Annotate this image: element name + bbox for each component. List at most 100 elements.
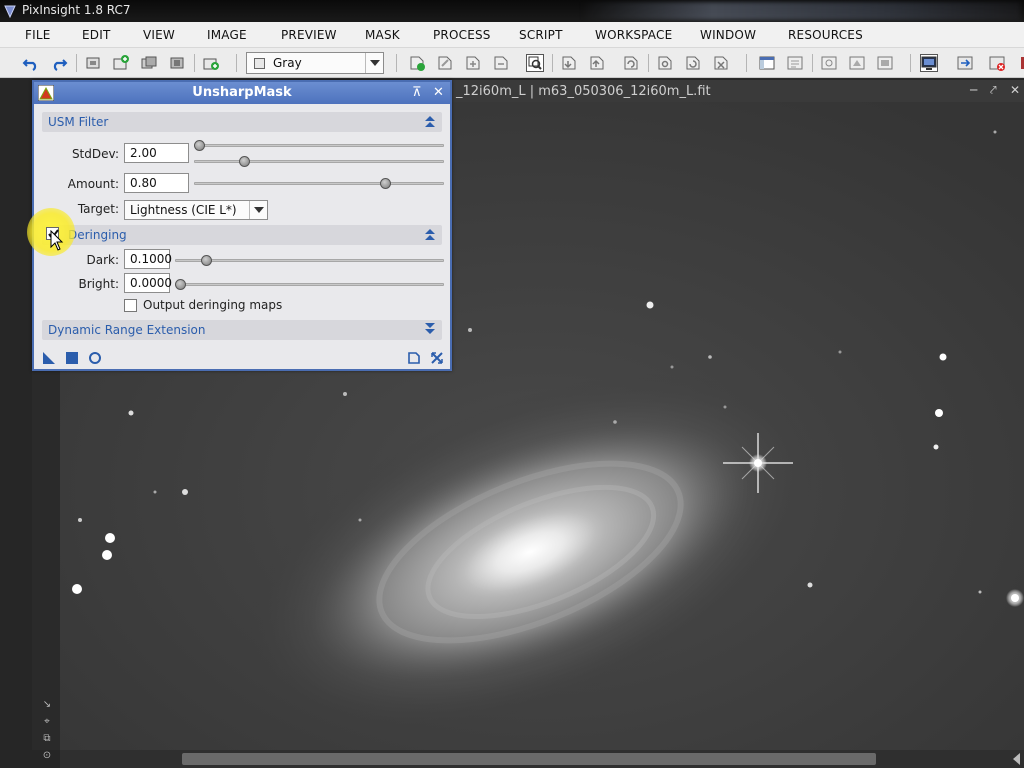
gray-swatch-icon	[254, 58, 265, 69]
stf-reset-icon[interactable]	[988, 54, 1006, 72]
color-mode-select[interactable]: Gray	[246, 52, 384, 74]
image-duplicate-icon[interactable]	[140, 54, 158, 72]
reset-icon[interactable]	[430, 351, 444, 365]
copy-view-icon[interactable]: ⧉	[40, 732, 54, 746]
clone-image-icon[interactable]	[84, 54, 102, 72]
stf-link-icon[interactable]	[956, 54, 974, 72]
process-refresh-icon[interactable]	[684, 54, 702, 72]
menu-workspace[interactable]: WORKSPACE	[595, 28, 672, 42]
menu-window[interactable]: WINDOW	[700, 28, 756, 42]
target-select[interactable]: Lightness (CIE L*)	[124, 200, 268, 220]
menu-view[interactable]: VIEW	[143, 28, 175, 42]
view-lock-icon[interactable]: ⊙	[40, 749, 54, 763]
dropdown-arrow[interactable]	[249, 201, 267, 219]
unsharpmask-dialog: UnsharpMask ⊼ ✕ USM Filter StdDev: 2.00 …	[32, 80, 452, 371]
separator	[910, 54, 911, 72]
menu-resources[interactable]: RESOURCES	[788, 28, 863, 42]
maximize-icon[interactable]: ⤤	[990, 83, 997, 98]
new-instance-icon[interactable]	[42, 351, 56, 365]
view-tool-icon[interactable]	[820, 54, 838, 72]
script-edit-icon[interactable]	[588, 54, 606, 72]
usm-filter-section-header[interactable]: USM Filter	[42, 112, 442, 132]
history-window-icon[interactable]	[786, 54, 804, 72]
bright-slider[interactable]	[175, 283, 444, 286]
mask-remove-icon[interactable]	[492, 54, 510, 72]
new-preview-icon[interactable]	[202, 54, 220, 72]
view-tool-2-icon[interactable]	[848, 54, 866, 72]
chevron-down-icon	[254, 207, 264, 213]
view-tool-3-icon[interactable]	[876, 54, 894, 72]
separator	[812, 54, 813, 72]
deringing-section-header[interactable]: Deringing	[42, 225, 442, 245]
overflow-icon[interactable]	[1016, 54, 1024, 72]
documentation-icon[interactable]	[407, 351, 421, 365]
bright-input[interactable]: 0.0000	[124, 273, 172, 293]
apply-icon[interactable]	[65, 351, 79, 365]
app-title-bar: PixInsight 1.8 RC7	[0, 0, 1024, 22]
dark-input[interactable]: 0.1000	[124, 249, 172, 269]
dark-label: Dark:	[86, 253, 119, 267]
dark-slider-handle[interactable]	[201, 255, 212, 266]
menu-bar: FILE EDIT VIEW IMAGE PREVIEW MASK PROCES…	[0, 22, 1024, 48]
stddev-coarse-slider-handle[interactable]	[194, 140, 205, 151]
fit-view-icon[interactable]: ⌖	[40, 715, 54, 729]
dark-slider[interactable]	[175, 259, 444, 262]
scrollbar-thumb[interactable]	[182, 753, 876, 765]
explorer-window-icon[interactable]	[758, 54, 776, 72]
collapse-icon[interactable]	[424, 114, 436, 128]
menu-edit[interactable]: EDIT	[82, 28, 111, 42]
separator	[194, 54, 195, 72]
stddev-coarse-slider[interactable]	[194, 144, 444, 147]
dialog-title: UnsharpMask	[192, 85, 292, 100]
output-deringing-maps-checkbox[interactable]	[124, 299, 137, 312]
zoom-icon[interactable]	[526, 54, 544, 72]
close-icon[interactable]: ✕	[433, 85, 444, 100]
apply-global-icon[interactable]	[88, 351, 102, 365]
stddev-fine-slider-handle[interactable]	[239, 156, 250, 167]
stddev-label: StdDev:	[71, 147, 119, 161]
menu-preview[interactable]: PREVIEW	[281, 28, 337, 42]
menu-mask[interactable]: MASK	[365, 28, 400, 42]
dre-section-header[interactable]: Dynamic Range Extension	[42, 320, 442, 340]
mask-plus-icon[interactable]	[464, 54, 482, 72]
amount-slider[interactable]	[194, 182, 444, 185]
separator	[648, 54, 649, 72]
pixinsight-logo-icon	[4, 5, 16, 18]
undo-icon[interactable]	[22, 54, 40, 72]
output-deringing-maps-label: Output deringing maps	[143, 298, 283, 312]
menu-script[interactable]: SCRIPT	[519, 28, 563, 42]
new-image-icon[interactable]	[112, 54, 130, 72]
expand-icon[interactable]	[424, 322, 436, 336]
process-settings-icon[interactable]	[656, 54, 674, 72]
separator	[746, 54, 747, 72]
redo-icon[interactable]	[50, 54, 68, 72]
script-run-icon[interactable]	[560, 54, 578, 72]
chevron-down-icon	[370, 60, 380, 66]
horizontal-scrollbar[interactable]	[60, 750, 1024, 768]
menu-process[interactable]: PROCESS	[433, 28, 491, 42]
dialog-footer	[34, 347, 450, 369]
script-undo-icon[interactable]	[622, 54, 640, 72]
process-reset-icon[interactable]	[712, 54, 730, 72]
amount-input[interactable]: 0.80	[124, 173, 189, 193]
stddev-input[interactable]: 2.00	[124, 143, 189, 163]
dropdown-arrow[interactable]	[365, 53, 383, 73]
screen-transfer-icon[interactable]	[920, 54, 938, 72]
new-mask-icon[interactable]	[408, 54, 426, 72]
shade-icon[interactable]: ⊼	[412, 85, 422, 100]
bright-slider-handle[interactable]	[175, 279, 186, 290]
stddev-fine-slider[interactable]	[194, 160, 444, 163]
scroll-left-arrow-icon[interactable]	[1013, 753, 1020, 765]
collapse-icon[interactable]	[424, 227, 436, 241]
amount-slider-handle[interactable]	[380, 178, 391, 189]
image-close-icon[interactable]	[168, 54, 186, 72]
dialog-title-bar[interactable]: UnsharpMask ⊼ ✕	[34, 82, 450, 104]
edit-mask-icon[interactable]	[436, 54, 454, 72]
minimize-icon[interactable]: ─	[970, 83, 977, 97]
arrow-tool-icon[interactable]: ↘	[40, 698, 54, 712]
image-window-title-bar[interactable]: _12i60m_L | m63_050306_12i60m_L.fit ─ ⤤ …	[450, 80, 1024, 102]
menu-image[interactable]: IMAGE	[207, 28, 247, 42]
close-icon[interactable]: ✕	[1010, 83, 1020, 97]
menu-file[interactable]: FILE	[25, 28, 51, 42]
main-toolbar: Gray	[0, 48, 1024, 78]
